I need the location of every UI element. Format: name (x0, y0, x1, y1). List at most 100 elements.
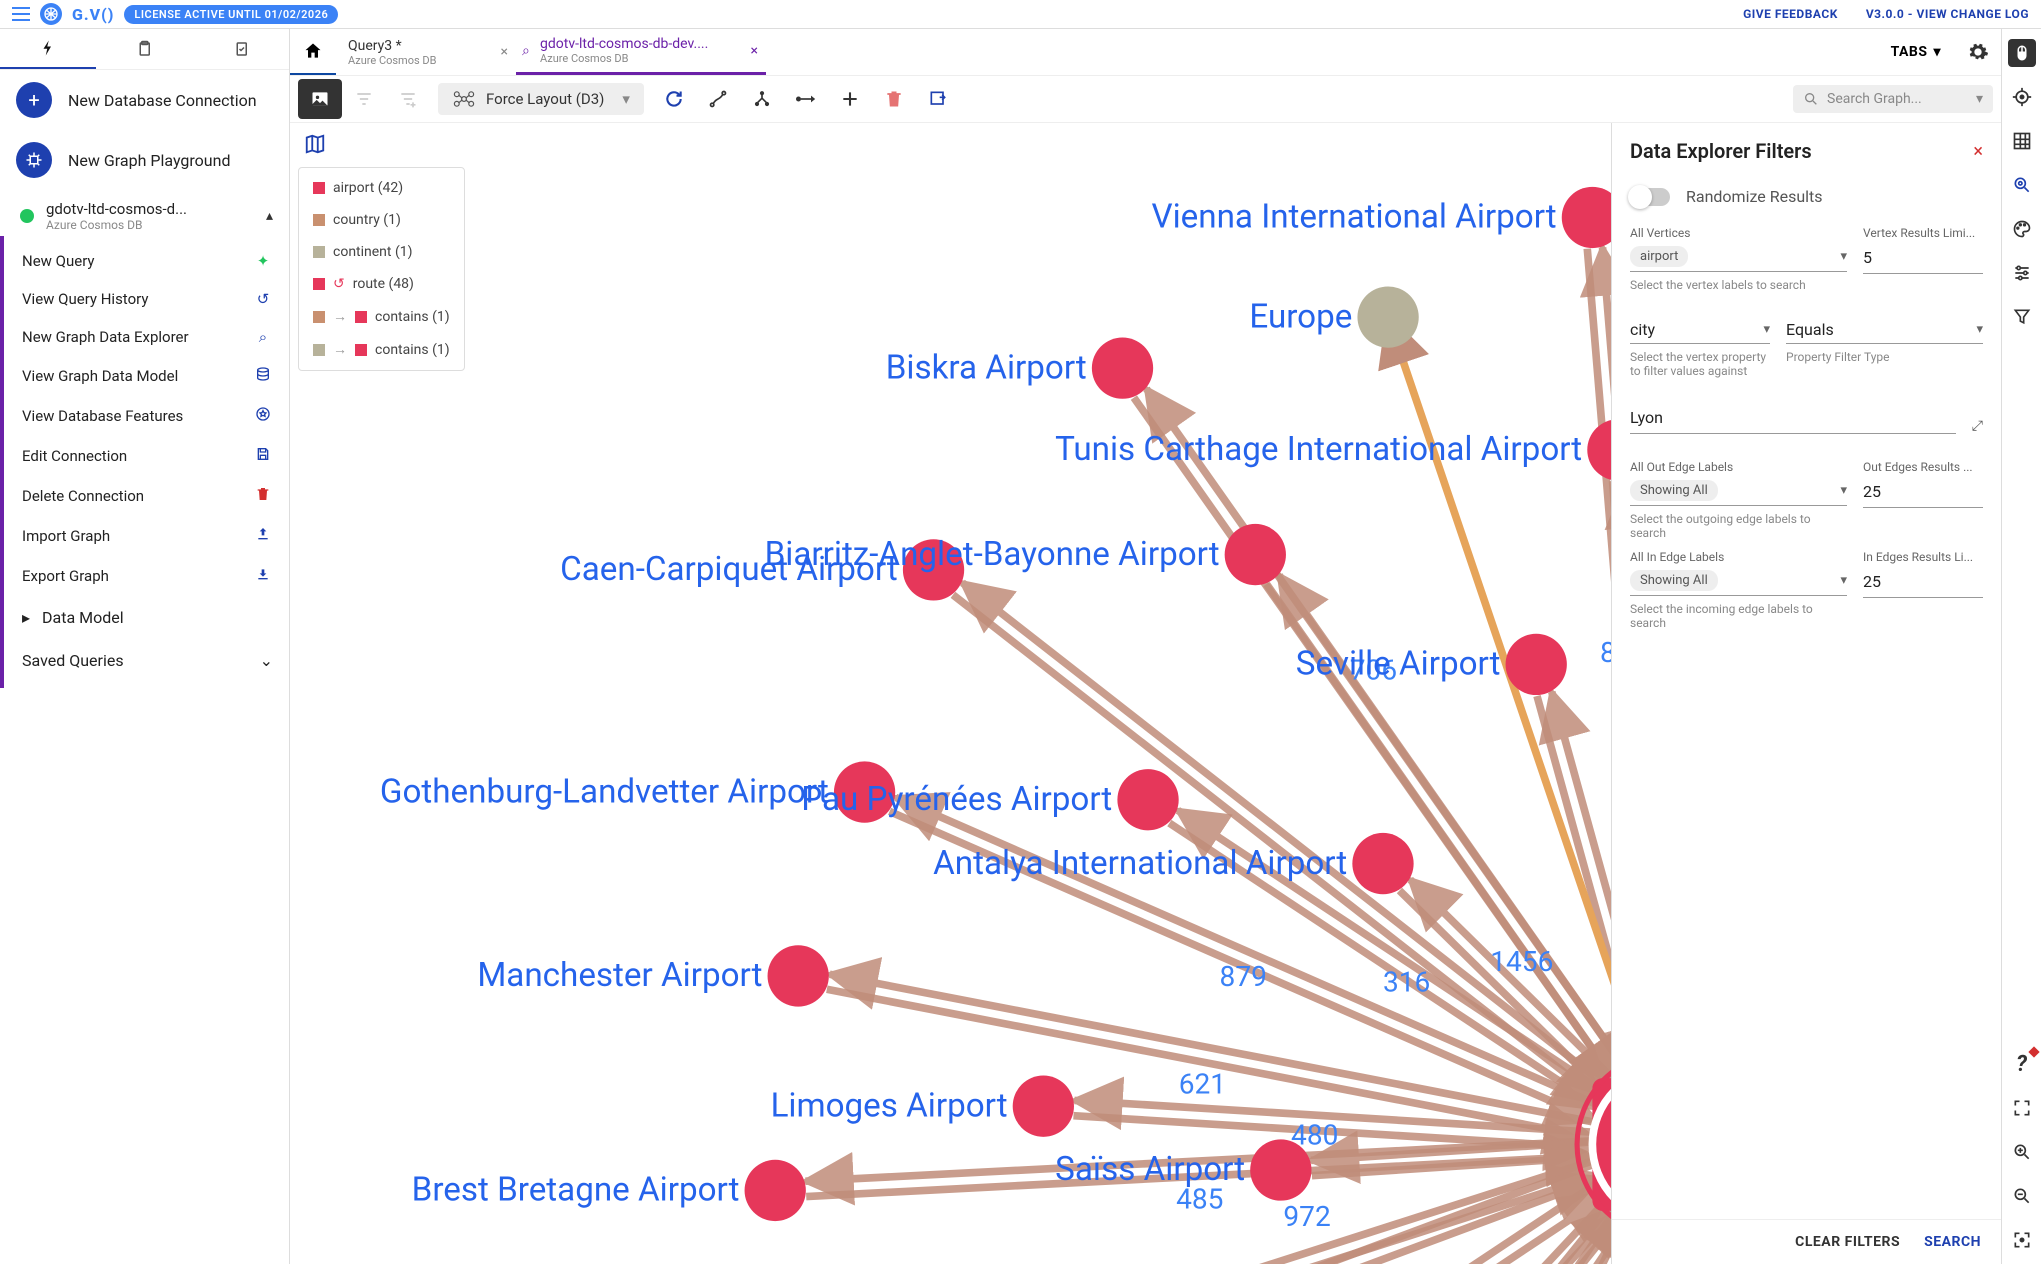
plus-icon: + (16, 82, 52, 118)
in-limit-input[interactable] (1863, 566, 1983, 598)
caret-down-icon: ▾ (1840, 573, 1847, 588)
palette-button[interactable] (2008, 215, 2036, 243)
feedback-link[interactable]: GIVE FEEDBACK (1743, 7, 1838, 21)
zoom-in-button[interactable] (2008, 1138, 2036, 1166)
tabs-row: Query3 * Azure Cosmos DB × ⌕ gdotv-ltd-c… (290, 29, 2001, 75)
chip-icon (16, 142, 52, 178)
sidebar-tab-connections[interactable] (0, 29, 96, 69)
legend-continent[interactable]: continent (1) (299, 236, 464, 268)
filter-button-1[interactable] (342, 79, 386, 119)
export-button[interactable] (916, 79, 960, 119)
settings-button[interactable] (1955, 29, 2001, 75)
download-icon (253, 566, 273, 586)
svg-text:972: 972 (1283, 1200, 1330, 1233)
right-rail: ? (2001, 29, 2041, 1264)
graph-search[interactable]: Search Graph... ▾ (1793, 85, 1993, 113)
explore-icon: ⌕ (253, 328, 273, 346)
connection-name: gdotv-ltd-cosmos-d... (46, 200, 254, 218)
refresh-button[interactable] (652, 79, 696, 119)
legend-airport[interactable]: airport (42) (299, 172, 464, 204)
zoom-out-button[interactable] (2008, 1182, 2036, 1210)
out-limit-input[interactable] (1863, 476, 1983, 508)
menu-saved-queries[interactable]: Saved Queries ⌄ (4, 639, 289, 682)
out-edge-select[interactable]: Showing All ▾ (1630, 476, 1847, 506)
svg-text:Brest Bretagne Airport: Brest Bretagne Airport (412, 1171, 740, 1210)
tree-button[interactable] (740, 79, 784, 119)
mouse-mode-button[interactable] (2008, 39, 2036, 67)
menu-import[interactable]: Import Graph (4, 516, 289, 556)
legend-country[interactable]: country (1) (299, 204, 464, 236)
vertex-label-select[interactable]: airport ▾ (1630, 242, 1847, 272)
filter-type-select[interactable]: Equals ▾ (1786, 316, 1983, 344)
new-connection-button[interactable]: + New Database Connection (0, 70, 289, 130)
sidebar-tab-clipboard[interactable] (96, 29, 192, 69)
legend-route[interactable]: ↺route (48) (299, 268, 464, 300)
svg-text:Antalya International Airport: Antalya International Airport (933, 844, 1347, 883)
fullscreen-button[interactable] (2008, 1094, 2036, 1122)
caret-down-icon: ▾ (1840, 483, 1847, 498)
in-edge-select[interactable]: Showing All ▾ (1630, 566, 1847, 596)
menu-features[interactable]: View Database Features (4, 396, 289, 436)
connection-item[interactable]: gdotv-ltd-cosmos-d... Azure Cosmos DB ▴ (0, 190, 289, 236)
menu-data-model-collapse[interactable]: ▸Data Model (4, 596, 289, 639)
close-icon[interactable]: × (1973, 141, 1983, 162)
path-button[interactable] (696, 79, 740, 119)
tab-explorer[interactable]: ⌕ gdotv-ltd-cosmos-db-dev.... Azure Cosm… (516, 29, 766, 75)
map-icon[interactable] (304, 133, 326, 159)
clear-filters-button[interactable]: CLEAR FILTERS (1795, 1234, 1900, 1250)
graph-canvas[interactable]: 7068793161456621480485972231360557346792… (290, 123, 2001, 1264)
menu-data-model[interactable]: View Graph Data Model (4, 356, 289, 396)
menu-new-query[interactable]: New Query ✦ (4, 242, 289, 280)
chevron-up-icon[interactable]: ▴ (266, 208, 273, 224)
caret-down-icon: ▾ (1840, 249, 1847, 264)
changelog-link[interactable]: V3.0.0 - VIEW CHANGE LOG (1866, 7, 2029, 21)
caret-down-icon: ▾ (1976, 91, 1983, 107)
menu-new-explorer[interactable]: New Graph Data Explorer ⌕ (4, 318, 289, 356)
edge-button[interactable] (784, 79, 828, 119)
svg-text:879: 879 (1220, 960, 1267, 993)
locate-button[interactable] (2008, 83, 2036, 111)
menu-edit-connection[interactable]: Edit Connection (4, 436, 289, 476)
graph-toolbar: Force Layout (D3) ▾ (290, 75, 2001, 123)
explore-rail-button[interactable] (2008, 171, 2036, 199)
svg-text:Europe: Europe (1249, 297, 1352, 336)
upload-icon (253, 526, 273, 546)
filter-value-input[interactable] (1630, 402, 1956, 434)
close-icon[interactable]: × (501, 44, 508, 60)
caret-down-icon: ▾ (622, 90, 630, 108)
funnel-button[interactable] (2008, 303, 2036, 331)
close-icon[interactable]: × (751, 43, 758, 59)
menu-icon[interactable] (12, 7, 30, 21)
license-pill[interactable]: LICENSE ACTIVE UNTIL 01/02/2026 (124, 5, 338, 24)
menu-export[interactable]: Export Graph (4, 556, 289, 596)
sidebar-tab-tasks[interactable] (193, 29, 289, 69)
filter-button-2[interactable] (386, 79, 430, 119)
grid-button[interactable] (2008, 127, 2036, 155)
randomize-toggle[interactable] (1630, 188, 1670, 206)
legend-contains-2[interactable]: →contains (1) (299, 333, 464, 366)
sliders-button[interactable] (2008, 259, 2036, 287)
delete-button[interactable] (872, 79, 916, 119)
svg-text:Manchester Airport: Manchester Airport (477, 956, 762, 995)
expand-icon[interactable]: ⤢ (1972, 418, 1983, 434)
vertex-limit-input[interactable] (1863, 242, 1983, 274)
menu-history[interactable]: View Query History ↺ (4, 280, 289, 318)
add-button[interactable] (828, 79, 872, 119)
menu-delete-connection[interactable]: Delete Connection (4, 476, 289, 516)
sidebar: + New Database Connection New Graph Play… (0, 29, 290, 1264)
search-button[interactable]: SEARCH (1924, 1234, 1981, 1250)
help-button[interactable]: ? (2008, 1050, 2036, 1078)
legend-contains-1[interactable]: →contains (1) (299, 300, 464, 333)
caret-down-icon: ▾ (1933, 44, 1941, 60)
home-tab[interactable] (290, 29, 336, 75)
new-playground-button[interactable]: New Graph Playground (0, 130, 289, 190)
database-icon (253, 366, 273, 386)
svg-text:Pau Pyrénées Airport: Pau Pyrénées Airport (801, 780, 1112, 819)
image-mode-button[interactable] (298, 79, 342, 119)
fit-button[interactable] (2008, 1226, 2036, 1254)
tab-query3[interactable]: Query3 * Azure Cosmos DB × (336, 29, 516, 75)
randomize-label: Randomize Results (1686, 187, 1823, 206)
property-select[interactable]: city ▾ (1630, 316, 1770, 344)
tabs-dropdown[interactable]: TABS ▾ (1877, 29, 1955, 75)
layout-select[interactable]: Force Layout (D3) ▾ (438, 83, 644, 115)
